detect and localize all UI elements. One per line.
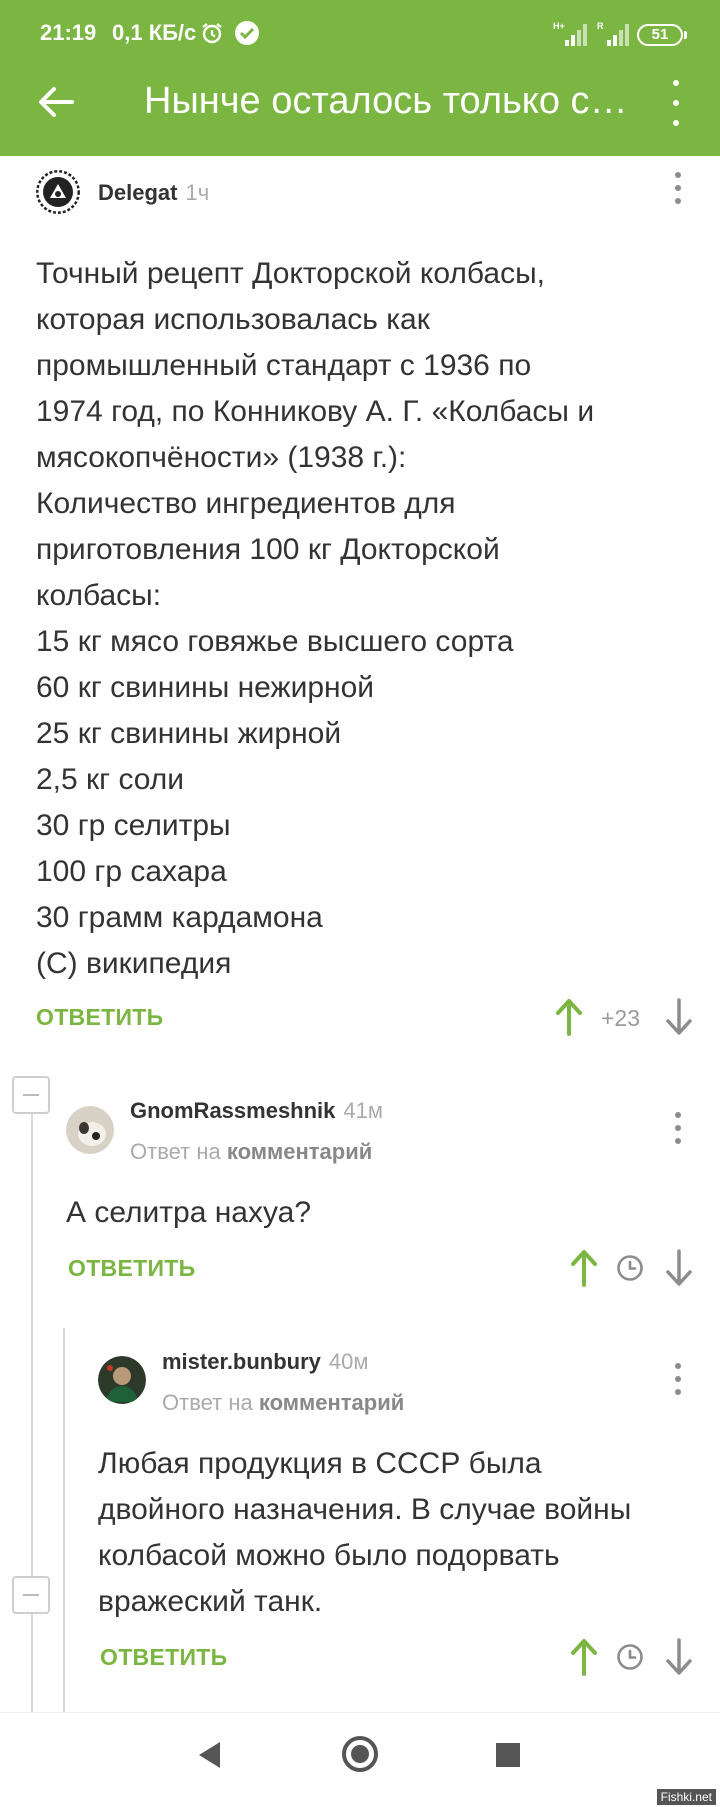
- reply-button[interactable]: ОТВЕТИТЬ: [100, 1644, 227, 1671]
- collapse-icon[interactable]: [12, 1076, 50, 1114]
- comment-body: Любая продукция в СССР была двойного назн…: [98, 1441, 631, 1625]
- status-bar: 21:19 0,1 КБ/с H+ R 51: [0, 0, 720, 70]
- status-time: 21:19: [40, 20, 97, 45]
- comment-author-name[interactable]: mister.bunbury: [162, 1349, 321, 1374]
- comment-text-line: А селитра нахуа?: [66, 1196, 312, 1229]
- comment-author[interactable]: Delegat 1ч: [98, 180, 209, 206]
- comment-text-line: 60 кг свинины нежирной: [36, 671, 375, 704]
- comment-body: Точный рецепт Докторской колбасы, которая…: [36, 251, 594, 987]
- comment-author-name[interactable]: Delegat: [98, 180, 177, 205]
- comment-time: 41м: [343, 1098, 384, 1123]
- comment-text-line: 30 гр селитры: [36, 809, 231, 842]
- svg-text:H+: H+: [553, 21, 565, 31]
- upvote-arrow-icon[interactable]: [554, 998, 584, 1036]
- downvote-arrow-icon[interactable]: [664, 1638, 694, 1676]
- thread-line: [63, 1328, 65, 1712]
- more-vert-icon[interactable]: [672, 1112, 684, 1144]
- thread-line: [31, 1108, 33, 1712]
- comment-author-name[interactable]: GnomRassmeshnik: [130, 1098, 335, 1123]
- comment-text-line: приготовления 100 кг Докторской: [36, 533, 500, 566]
- comment-text-line: 25 кг свинины жирной: [36, 717, 342, 750]
- battery-level: 51: [637, 24, 687, 46]
- comment-text-line: которая использовалась как: [36, 303, 430, 336]
- svg-text:R: R: [597, 21, 604, 31]
- reply-to-link[interactable]: комментарий: [259, 1390, 404, 1415]
- nav-back-icon[interactable]: [196, 1740, 222, 1770]
- comment-text-line: 100 гр сахара: [36, 855, 227, 888]
- avatar[interactable]: [66, 1106, 114, 1154]
- clock-icon[interactable]: [616, 1643, 644, 1671]
- alarm-clock-icon: [202, 23, 222, 44]
- signal-h-plus-icon: H+: [553, 21, 587, 46]
- page-title: Нынче осталось только свинина: [144, 80, 634, 122]
- more-vert-icon[interactable]: [672, 172, 684, 204]
- reply-to-prefix: Ответ на: [130, 1139, 221, 1164]
- verified-check-icon: [235, 21, 259, 45]
- comment-text-line: Точный рецепт Докторской колбасы,: [36, 257, 545, 290]
- upvote-arrow-icon[interactable]: [569, 1638, 599, 1676]
- comment-author[interactable]: GnomRassmeshnik 41м: [130, 1098, 383, 1124]
- system-navigation-bar: [0, 1712, 720, 1807]
- comment-text-line: колбасы:: [36, 579, 162, 612]
- reply-button[interactable]: ОТВЕТИТЬ: [36, 1004, 163, 1031]
- avatar[interactable]: [36, 170, 80, 214]
- comment-time: 40м: [328, 1349, 369, 1374]
- reply-to-label: Ответ на комментарий: [162, 1390, 404, 1416]
- reply-button[interactable]: ОТВЕТИТЬ: [68, 1255, 195, 1282]
- reply-to-prefix: Ответ на: [162, 1390, 253, 1415]
- comment-text-line: мясокопчёности» (1938 г.):: [36, 441, 407, 474]
- comment-text-line: вражеский танк.: [98, 1585, 323, 1618]
- comment-time: 1ч: [185, 180, 210, 205]
- comment-text-line: 1974 год, по Конникову А. Г. «Колбасы и: [36, 395, 595, 428]
- comment-text-line: 15 кг мясо говяжье высшего сорта: [36, 625, 514, 658]
- downvote-arrow-icon[interactable]: [664, 998, 694, 1036]
- downvote-arrow-icon[interactable]: [664, 1249, 694, 1287]
- nav-home-icon[interactable]: [342, 1736, 378, 1772]
- reply-to-link[interactable]: комментарий: [227, 1139, 372, 1164]
- comment-text-line: 30 грамм кардамона: [36, 901, 323, 934]
- reply-to-label: Ответ на комментарий: [130, 1139, 372, 1165]
- comment-text-line: двойного назначения. В случае войны: [98, 1493, 632, 1526]
- watermark: Fishki.net: [656, 1789, 716, 1805]
- comment-text-line: колбасой можно было подорвать: [98, 1539, 560, 1572]
- comment-rating: +23: [601, 1005, 641, 1031]
- signal-roaming-icon: R: [597, 21, 629, 46]
- collapse-icon[interactable]: [12, 1576, 50, 1614]
- comment-body: А селитра нахуа?: [66, 1190, 311, 1236]
- comment-text-line: 2,5 кг соли: [36, 763, 185, 796]
- comment-text-line: промышленный стандарт с 1936 по: [36, 349, 532, 382]
- comment-text-line: Любая продукция в СССР была: [98, 1447, 542, 1480]
- more-vert-icon[interactable]: [664, 80, 688, 126]
- nav-recent-icon[interactable]: [496, 1743, 520, 1767]
- status-network-speed: 0,1 КБ/с: [112, 20, 197, 45]
- back-arrow-icon[interactable]: [36, 82, 76, 122]
- more-vert-icon[interactable]: [672, 1363, 684, 1395]
- comment-text-line: (С) википедия: [36, 947, 232, 980]
- comment-author[interactable]: mister.bunbury 40м: [162, 1349, 369, 1375]
- app-header: 21:19 0,1 КБ/с H+ R 51 Нынче осталось то…: [0, 0, 720, 156]
- upvote-arrow-icon[interactable]: [569, 1249, 599, 1287]
- clock-icon[interactable]: [616, 1254, 644, 1282]
- avatar[interactable]: [98, 1356, 146, 1404]
- comment-text-line: Количество ингредиентов для: [36, 487, 456, 520]
